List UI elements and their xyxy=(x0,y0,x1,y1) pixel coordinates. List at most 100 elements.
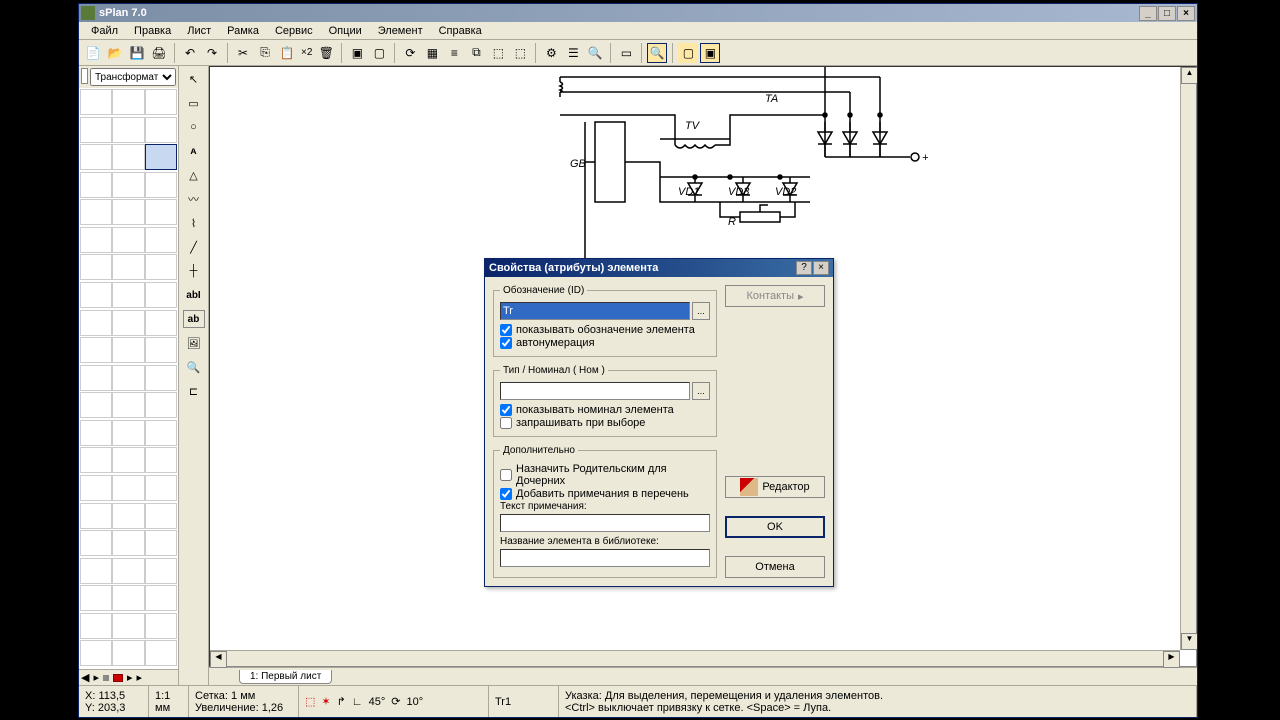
menu-service[interactable]: Сервис xyxy=(267,23,321,39)
lib-item[interactable] xyxy=(112,172,144,198)
type-input[interactable] xyxy=(500,382,690,400)
zoom-x2-label[interactable]: ×2 xyxy=(299,47,314,58)
menu-frame[interactable]: Рамка xyxy=(219,23,267,39)
lib-item[interactable] xyxy=(145,420,177,446)
view1-icon[interactable]: ▢ xyxy=(678,43,698,63)
menu-edit[interactable]: Правка xyxy=(126,23,179,39)
lib-item[interactable] xyxy=(80,475,112,501)
view2-icon[interactable]: ▣ xyxy=(700,43,720,63)
cancel-button[interactable]: Отмена xyxy=(725,556,825,578)
group-icon[interactable]: ⬚ xyxy=(488,43,508,63)
lib-item[interactable] xyxy=(80,420,112,446)
lib-item[interactable] xyxy=(80,613,112,639)
vertical-scrollbar[interactable] xyxy=(1180,67,1196,650)
lib-item[interactable] xyxy=(80,89,112,115)
lib-item[interactable] xyxy=(145,392,177,418)
lib-item[interactable] xyxy=(112,475,144,501)
pointer-tool-icon[interactable]: ↖ xyxy=(183,70,205,88)
lib-item[interactable] xyxy=(80,172,112,198)
open-icon[interactable]: 📂 xyxy=(105,43,125,63)
lib-item[interactable] xyxy=(80,254,112,280)
lib-item[interactable] xyxy=(145,503,177,529)
lib-item[interactable] xyxy=(145,89,177,115)
lib-item[interactable] xyxy=(80,447,112,473)
delete-icon[interactable]: 🗑 xyxy=(316,43,336,63)
lib-item[interactable] xyxy=(145,640,177,666)
lib-item[interactable] xyxy=(80,585,112,611)
lib-item[interactable] xyxy=(112,640,144,666)
chk-ask[interactable] xyxy=(500,417,512,429)
search-icon[interactable]: 🔍 xyxy=(585,43,605,63)
special-tool-icon[interactable]: ᴀ xyxy=(183,142,205,160)
lib-item[interactable] xyxy=(112,530,144,556)
image-tool-icon[interactable]: 🖼 xyxy=(183,334,205,352)
lib-item[interactable] xyxy=(80,392,112,418)
id-browse-button[interactable]: ... xyxy=(692,302,710,320)
curve-tool-icon[interactable]: 〰 xyxy=(183,190,205,208)
lib-item[interactable] xyxy=(112,310,144,336)
library-icon[interactable] xyxy=(81,68,88,84)
lib-item[interactable] xyxy=(145,475,177,501)
contacts-button[interactable]: Контакты▸ xyxy=(725,285,825,307)
dialog-help-button[interactable]: ? xyxy=(796,261,812,275)
lib-item[interactable] xyxy=(145,447,177,473)
lib-item[interactable] xyxy=(80,227,112,253)
chk-addnote[interactable] xyxy=(500,488,512,500)
text-tool-icon[interactable]: abI xyxy=(183,286,205,304)
editor-button[interactable]: Редактор xyxy=(725,476,825,498)
menu-file[interactable]: Файл xyxy=(83,23,126,39)
lib-item[interactable] xyxy=(112,558,144,584)
copy-icon[interactable]: ⎘ xyxy=(255,43,275,63)
libname-input[interactable] xyxy=(500,549,710,567)
lib-item[interactable] xyxy=(145,613,177,639)
lib-item[interactable] xyxy=(112,199,144,225)
lib-item[interactable] xyxy=(80,503,112,529)
lib-item[interactable] xyxy=(112,254,144,280)
lib-item[interactable] xyxy=(145,254,177,280)
lib-item[interactable] xyxy=(112,117,144,143)
lib-item[interactable] xyxy=(145,117,177,143)
library-grid[interactable] xyxy=(79,88,178,669)
lib-item[interactable] xyxy=(145,310,177,336)
measure-tool-icon[interactable]: ⊏ xyxy=(183,382,205,400)
ok-button[interactable]: OK xyxy=(725,516,825,538)
chk-show-nom[interactable] xyxy=(500,404,512,416)
lib-item[interactable] xyxy=(145,530,177,556)
lib-item[interactable] xyxy=(112,447,144,473)
lib-item[interactable] xyxy=(80,530,112,556)
cut-icon[interactable]: ✂ xyxy=(233,43,253,63)
menu-help[interactable]: Справка xyxy=(431,23,490,39)
type-browse-button[interactable]: ... xyxy=(692,382,710,400)
ungroup-icon[interactable]: ⬚ xyxy=(510,43,530,63)
lib-item[interactable] xyxy=(80,310,112,336)
chk-show-id[interactable] xyxy=(500,324,512,336)
lib-item[interactable] xyxy=(112,89,144,115)
lib-item[interactable] xyxy=(80,282,112,308)
chk-autonum[interactable] xyxy=(500,337,512,349)
lib-item[interactable] xyxy=(80,117,112,143)
horizontal-scrollbar[interactable] xyxy=(210,650,1180,666)
maximize-button[interactable]: □ xyxy=(1158,6,1176,21)
menu-element[interactable]: Элемент xyxy=(370,23,431,39)
save-icon[interactable]: 💾 xyxy=(127,43,147,63)
menu-options[interactable]: Опции xyxy=(321,23,370,39)
lib-item[interactable] xyxy=(145,365,177,391)
undo-icon[interactable]: ↶ xyxy=(180,43,200,63)
front-icon[interactable]: ▣ xyxy=(347,43,367,63)
note-input[interactable] xyxy=(500,514,710,532)
chk-parent[interactable] xyxy=(500,469,512,481)
lib-item[interactable] xyxy=(80,365,112,391)
lib-item[interactable] xyxy=(112,585,144,611)
redo-icon[interactable]: ↷ xyxy=(202,43,222,63)
sheet-tab-1[interactable]: 1: Первый лист xyxy=(239,670,332,684)
lib-item[interactable] xyxy=(112,392,144,418)
ellipse-tool-icon[interactable]: ○ xyxy=(183,118,205,136)
dialog-title-bar[interactable]: Свойства (атрибуты) элемента ? × xyxy=(485,259,833,277)
menu-sheet[interactable]: Лист xyxy=(179,23,219,39)
library-selector[interactable]: Трансформат xyxy=(90,68,176,86)
lib-item[interactable] xyxy=(80,558,112,584)
minimize-button[interactable]: _ xyxy=(1139,6,1157,21)
component-icon[interactable]: ⚙ xyxy=(541,43,561,63)
print-icon[interactable]: 🖨 xyxy=(149,43,169,63)
layers-icon[interactable]: ⧉ xyxy=(466,43,486,63)
